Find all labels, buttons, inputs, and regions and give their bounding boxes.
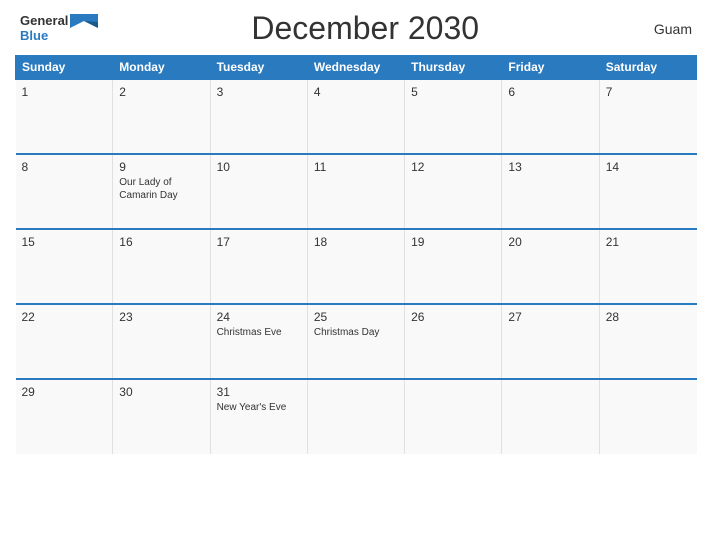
calendar-cell: 27 bbox=[502, 304, 599, 379]
calendar-cell: 18 bbox=[307, 229, 404, 304]
weekday-header: Saturday bbox=[599, 56, 696, 80]
calendar-cell: 11 bbox=[307, 154, 404, 229]
day-number: 10 bbox=[217, 160, 301, 174]
weekday-header: Wednesday bbox=[307, 56, 404, 80]
calendar-table: SundayMondayTuesdayWednesdayThursdayFrid… bbox=[15, 55, 697, 454]
calendar-cell: 2 bbox=[113, 79, 210, 154]
calendar-cell: 26 bbox=[405, 304, 502, 379]
event-label: Christmas Day bbox=[314, 326, 398, 339]
calendar-cell: 6 bbox=[502, 79, 599, 154]
calendar-cell bbox=[405, 379, 502, 454]
calendar-week-row: 29 30 31 New Year's Eve bbox=[16, 379, 697, 454]
day-number: 3 bbox=[217, 85, 301, 99]
calendar-cell: 13 bbox=[502, 154, 599, 229]
calendar-cell: 8 bbox=[16, 154, 113, 229]
calendar-cell: 28 bbox=[599, 304, 696, 379]
calendar-cell: 1 bbox=[16, 79, 113, 154]
day-number: 30 bbox=[119, 385, 203, 399]
day-number: 12 bbox=[411, 160, 495, 174]
day-number: 19 bbox=[411, 235, 495, 249]
day-number: 28 bbox=[606, 310, 691, 324]
calendar-header-row: SundayMondayTuesdayWednesdayThursdayFrid… bbox=[16, 56, 697, 80]
calendar-cell: 9 Our Lady of Camarin Day bbox=[113, 154, 210, 229]
calendar-week-row: 89 Our Lady of Camarin Day 10 11 12 13 14 bbox=[16, 154, 697, 229]
day-number: 2 bbox=[119, 85, 203, 99]
day-number: 25 bbox=[314, 310, 398, 324]
weekday-header: Thursday bbox=[405, 56, 502, 80]
day-number: 7 bbox=[606, 85, 691, 99]
day-number: 11 bbox=[314, 160, 398, 174]
calendar-cell: 31 New Year's Eve bbox=[210, 379, 307, 454]
calendar-cell: 16 bbox=[113, 229, 210, 304]
day-number: 18 bbox=[314, 235, 398, 249]
calendar-cell: 17 bbox=[210, 229, 307, 304]
calendar-cell: 22 bbox=[16, 304, 113, 379]
weekday-header: Tuesday bbox=[210, 56, 307, 80]
logo-blue-text: Blue bbox=[20, 29, 48, 43]
calendar-week-row: 22 23 24 Christmas Eve 25 Christmas Day 26 27 28 bbox=[16, 304, 697, 379]
day-number: 26 bbox=[411, 310, 495, 324]
calendar-cell: 30 bbox=[113, 379, 210, 454]
calendar-cell: 19 bbox=[405, 229, 502, 304]
calendar-header: General Blue December 2030 Guam bbox=[15, 10, 697, 47]
calendar-week-row: 15 16 17 18 19 20 21 bbox=[16, 229, 697, 304]
logo-general-text: General bbox=[20, 14, 68, 28]
weekday-header: Monday bbox=[113, 56, 210, 80]
calendar-cell: 29 bbox=[16, 379, 113, 454]
calendar-cell bbox=[502, 379, 599, 454]
day-number: 27 bbox=[508, 310, 592, 324]
event-label: New Year's Eve bbox=[217, 401, 301, 414]
day-number: 9 bbox=[119, 160, 203, 174]
calendar-cell: 25 Christmas Day bbox=[307, 304, 404, 379]
day-number: 8 bbox=[22, 160, 107, 174]
day-number: 31 bbox=[217, 385, 301, 399]
day-number: 24 bbox=[217, 310, 301, 324]
day-number: 29 bbox=[22, 385, 107, 399]
day-number: 17 bbox=[217, 235, 301, 249]
calendar-cell: 12 bbox=[405, 154, 502, 229]
weekday-header: Sunday bbox=[16, 56, 113, 80]
calendar-body: 123456789Our Lady of Camarin Day10111213… bbox=[16, 79, 697, 454]
logo-flag-icon bbox=[70, 14, 98, 28]
calendar-cell: 4 bbox=[307, 79, 404, 154]
calendar-cell: 3 bbox=[210, 79, 307, 154]
day-number: 13 bbox=[508, 160, 592, 174]
calendar-cell: 14 bbox=[599, 154, 696, 229]
calendar-cell bbox=[599, 379, 696, 454]
weekday-row: SundayMondayTuesdayWednesdayThursdayFrid… bbox=[16, 56, 697, 80]
calendar-cell: 10 bbox=[210, 154, 307, 229]
day-number: 23 bbox=[119, 310, 203, 324]
calendar-cell: 20 bbox=[502, 229, 599, 304]
day-number: 15 bbox=[22, 235, 107, 249]
region-label: Guam bbox=[632, 21, 692, 37]
calendar-cell: 24 Christmas Eve bbox=[210, 304, 307, 379]
calendar-cell bbox=[307, 379, 404, 454]
day-number: 4 bbox=[314, 85, 398, 99]
calendar-cell: 15 bbox=[16, 229, 113, 304]
day-number: 6 bbox=[508, 85, 592, 99]
weekday-header: Friday bbox=[502, 56, 599, 80]
calendar-title: December 2030 bbox=[98, 10, 632, 47]
day-number: 1 bbox=[22, 85, 107, 99]
logo: General Blue bbox=[20, 14, 98, 43]
event-label: Our Lady of Camarin Day bbox=[119, 176, 203, 202]
calendar-cell: 5 bbox=[405, 79, 502, 154]
event-label: Christmas Eve bbox=[217, 326, 301, 339]
day-number: 16 bbox=[119, 235, 203, 249]
calendar-cell: 7 bbox=[599, 79, 696, 154]
day-number: 20 bbox=[508, 235, 592, 249]
calendar-container: General Blue December 2030 Guam SundayMo… bbox=[0, 0, 712, 550]
day-number: 14 bbox=[606, 160, 691, 174]
calendar-cell: 23 bbox=[113, 304, 210, 379]
calendar-week-row: 1234567 bbox=[16, 79, 697, 154]
calendar-cell: 21 bbox=[599, 229, 696, 304]
day-number: 5 bbox=[411, 85, 495, 99]
day-number: 22 bbox=[22, 310, 107, 324]
day-number: 21 bbox=[606, 235, 691, 249]
